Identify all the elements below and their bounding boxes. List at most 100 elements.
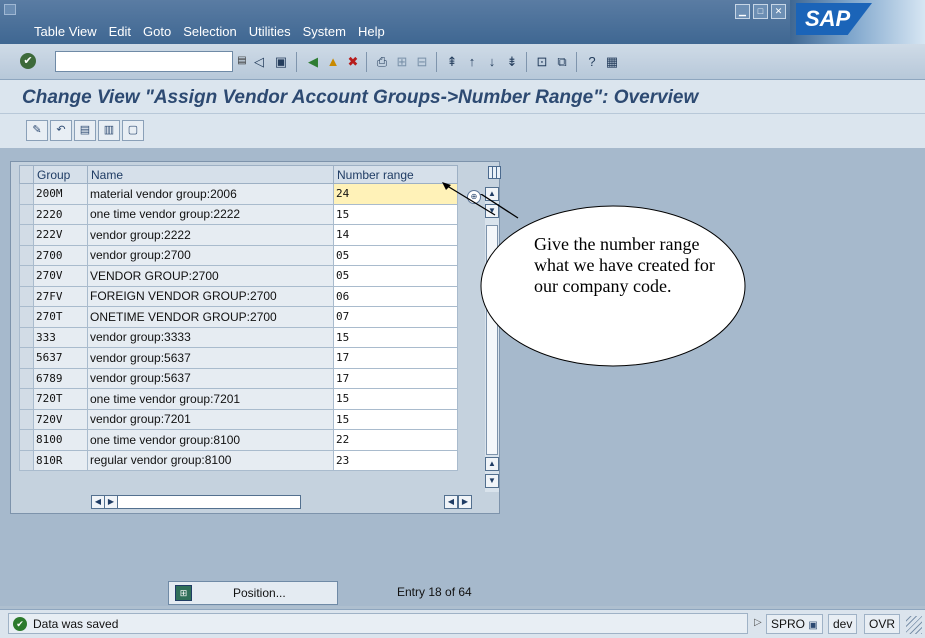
row-selector[interactable]: [19, 347, 34, 369]
back-icon[interactable]: ◀: [304, 53, 322, 71]
select-all-icon[interactable]: ▤: [74, 120, 96, 141]
toolbar-separator: [576, 52, 577, 72]
next-page-icon[interactable]: ↓: [483, 53, 501, 71]
number-range-input[interactable]: 14: [333, 224, 458, 246]
row-selector[interactable]: [19, 408, 34, 430]
number-range-input[interactable]: 23: [333, 449, 458, 471]
number-range-input[interactable]: 05: [333, 265, 458, 287]
layout-menu-icon[interactable]: ▦: [603, 53, 621, 71]
exit-icon[interactable]: ▲: [324, 53, 342, 71]
row-selector[interactable]: [19, 367, 34, 389]
cancel-icon[interactable]: ✖: [344, 53, 362, 71]
table-row[interactable]: 222V vendor group:2222 14: [19, 224, 458, 246]
menu-utilities[interactable]: Utilities: [249, 24, 291, 39]
row-selector[interactable]: [19, 306, 34, 328]
number-range-input[interactable]: 17: [333, 347, 458, 369]
number-range-input[interactable]: 15: [333, 203, 458, 225]
number-range-input[interactable]: 15: [333, 388, 458, 410]
table-row[interactable]: 2220 one time vendor group:2222 15: [19, 203, 458, 225]
menu-table-view[interactable]: Table View: [34, 24, 97, 39]
save-icon[interactable]: ▣: [272, 53, 290, 71]
table-row[interactable]: 720V vendor group:7201 15: [19, 408, 458, 430]
row-selector[interactable]: [19, 285, 34, 307]
deselect-all-icon[interactable]: ▢: [122, 120, 144, 141]
last-page-icon[interactable]: ⇟: [503, 53, 521, 71]
menu-system[interactable]: System: [303, 24, 346, 39]
table-row[interactable]: 200M material vendor group:2006 24: [19, 183, 458, 205]
column-header-group[interactable]: Group: [33, 165, 88, 184]
undo-icon[interactable]: ↶: [50, 120, 72, 141]
page-up-icon[interactable]: ▲: [485, 457, 499, 471]
command-history-icon[interactable]: ▤: [236, 53, 248, 69]
transaction-code[interactable]: SPRO ▣: [766, 614, 823, 634]
scroll-down-icon[interactable]: ▼: [485, 474, 499, 488]
row-selector[interactable]: [19, 265, 34, 287]
row-selector[interactable]: [19, 244, 34, 266]
number-range-input[interactable]: 07: [333, 306, 458, 328]
name-cell: regular vendor group:8100: [87, 449, 334, 471]
print-icon[interactable]: ⎙: [373, 53, 391, 71]
row-selector[interactable]: [19, 224, 34, 246]
menu-help[interactable]: Help: [358, 24, 385, 39]
create-session-icon[interactable]: ⊡: [533, 53, 551, 71]
scroll-right-icon[interactable]: ▶: [104, 495, 118, 509]
find-next-icon[interactable]: ⊟: [413, 53, 431, 71]
horizontal-scrollbar[interactable]: ◀ ▶: [91, 495, 301, 509]
row-selector[interactable]: [19, 449, 34, 471]
column-settings-icon[interactable]: [488, 166, 501, 179]
insert-mode[interactable]: OVR: [864, 614, 901, 634]
table-row[interactable]: 2700 vendor group:2700 05: [19, 244, 458, 266]
range-scroll-right-icon[interactable]: ▶: [458, 495, 472, 509]
number-range-input[interactable]: 05: [333, 244, 458, 266]
shortcut-icon[interactable]: ⧉: [553, 53, 571, 71]
column-header-name[interactable]: Name: [87, 165, 334, 184]
display-change-icon[interactable]: ✎: [26, 120, 48, 141]
row-selector[interactable]: [19, 203, 34, 225]
select-block-icon[interactable]: ▥: [98, 120, 120, 141]
maximize-icon[interactable]: □: [753, 4, 768, 19]
table-row[interactable]: 720T one time vendor group:7201 15: [19, 388, 458, 410]
find-icon[interactable]: ⊞: [393, 53, 411, 71]
status-message-field[interactable]: ✔ Data was saved: [8, 613, 748, 634]
number-range-input[interactable]: 24: [333, 183, 458, 205]
previous-page-icon[interactable]: ↑: [463, 53, 481, 71]
number-range-input[interactable]: 06: [333, 285, 458, 307]
row-selector[interactable]: [19, 183, 34, 205]
scroll-left-icon[interactable]: ◀: [91, 495, 105, 509]
row-selector[interactable]: [19, 429, 34, 451]
group-cell: 200M: [33, 183, 88, 205]
number-range-input[interactable]: 15: [333, 408, 458, 430]
number-range-input[interactable]: 17: [333, 367, 458, 389]
menu-selection[interactable]: Selection: [183, 24, 236, 39]
menu-items: Table View Edit Goto Selection Utilities…: [34, 24, 385, 39]
close-icon[interactable]: ✕: [771, 4, 786, 19]
number-range-input[interactable]: 22: [333, 429, 458, 451]
row-selector[interactable]: [19, 326, 34, 348]
row-selector[interactable]: [19, 388, 34, 410]
menu-edit[interactable]: Edit: [109, 24, 131, 39]
position-button[interactable]: ⊞ Position...: [168, 581, 338, 605]
select-all-cell[interactable]: [19, 165, 34, 184]
back-arrow-icon[interactable]: ◁: [250, 53, 268, 71]
system-menu-icon[interactable]: [4, 4, 16, 15]
first-page-icon[interactable]: ⇞: [443, 53, 461, 71]
status-expand-icon[interactable]: ▷: [754, 617, 762, 628]
resize-grip[interactable]: [906, 616, 922, 634]
table-row[interactable]: 6789 vendor group:5637 17: [19, 367, 458, 389]
range-scroll-left-icon[interactable]: ◀: [444, 495, 458, 509]
minimize-icon[interactable]: ▁: [735, 4, 750, 19]
number-range-input[interactable]: 15: [333, 326, 458, 348]
table-row[interactable]: 270V VENDOR GROUP:2700 05: [19, 265, 458, 287]
enter-check-icon[interactable]: ✔: [20, 53, 36, 69]
toolbar-separator: [366, 52, 367, 72]
table-row[interactable]: 810R regular vendor group:8100 23: [19, 449, 458, 471]
table-row[interactable]: 5637 vendor group:5637 17: [19, 347, 458, 369]
table-row[interactable]: 333 vendor group:3333 15: [19, 326, 458, 348]
table-row[interactable]: 27FV FOREIGN VENDOR GROUP:2700 06: [19, 285, 458, 307]
help-icon[interactable]: ?: [583, 53, 601, 71]
command-field[interactable]: [55, 51, 233, 72]
table-row[interactable]: 8100 one time vendor group:8100 22: [19, 429, 458, 451]
table-row[interactable]: 270T ONETIME VENDOR GROUP:2700 07: [19, 306, 458, 328]
column-header-number-range[interactable]: Number range: [333, 165, 458, 184]
menu-goto[interactable]: Goto: [143, 24, 171, 39]
